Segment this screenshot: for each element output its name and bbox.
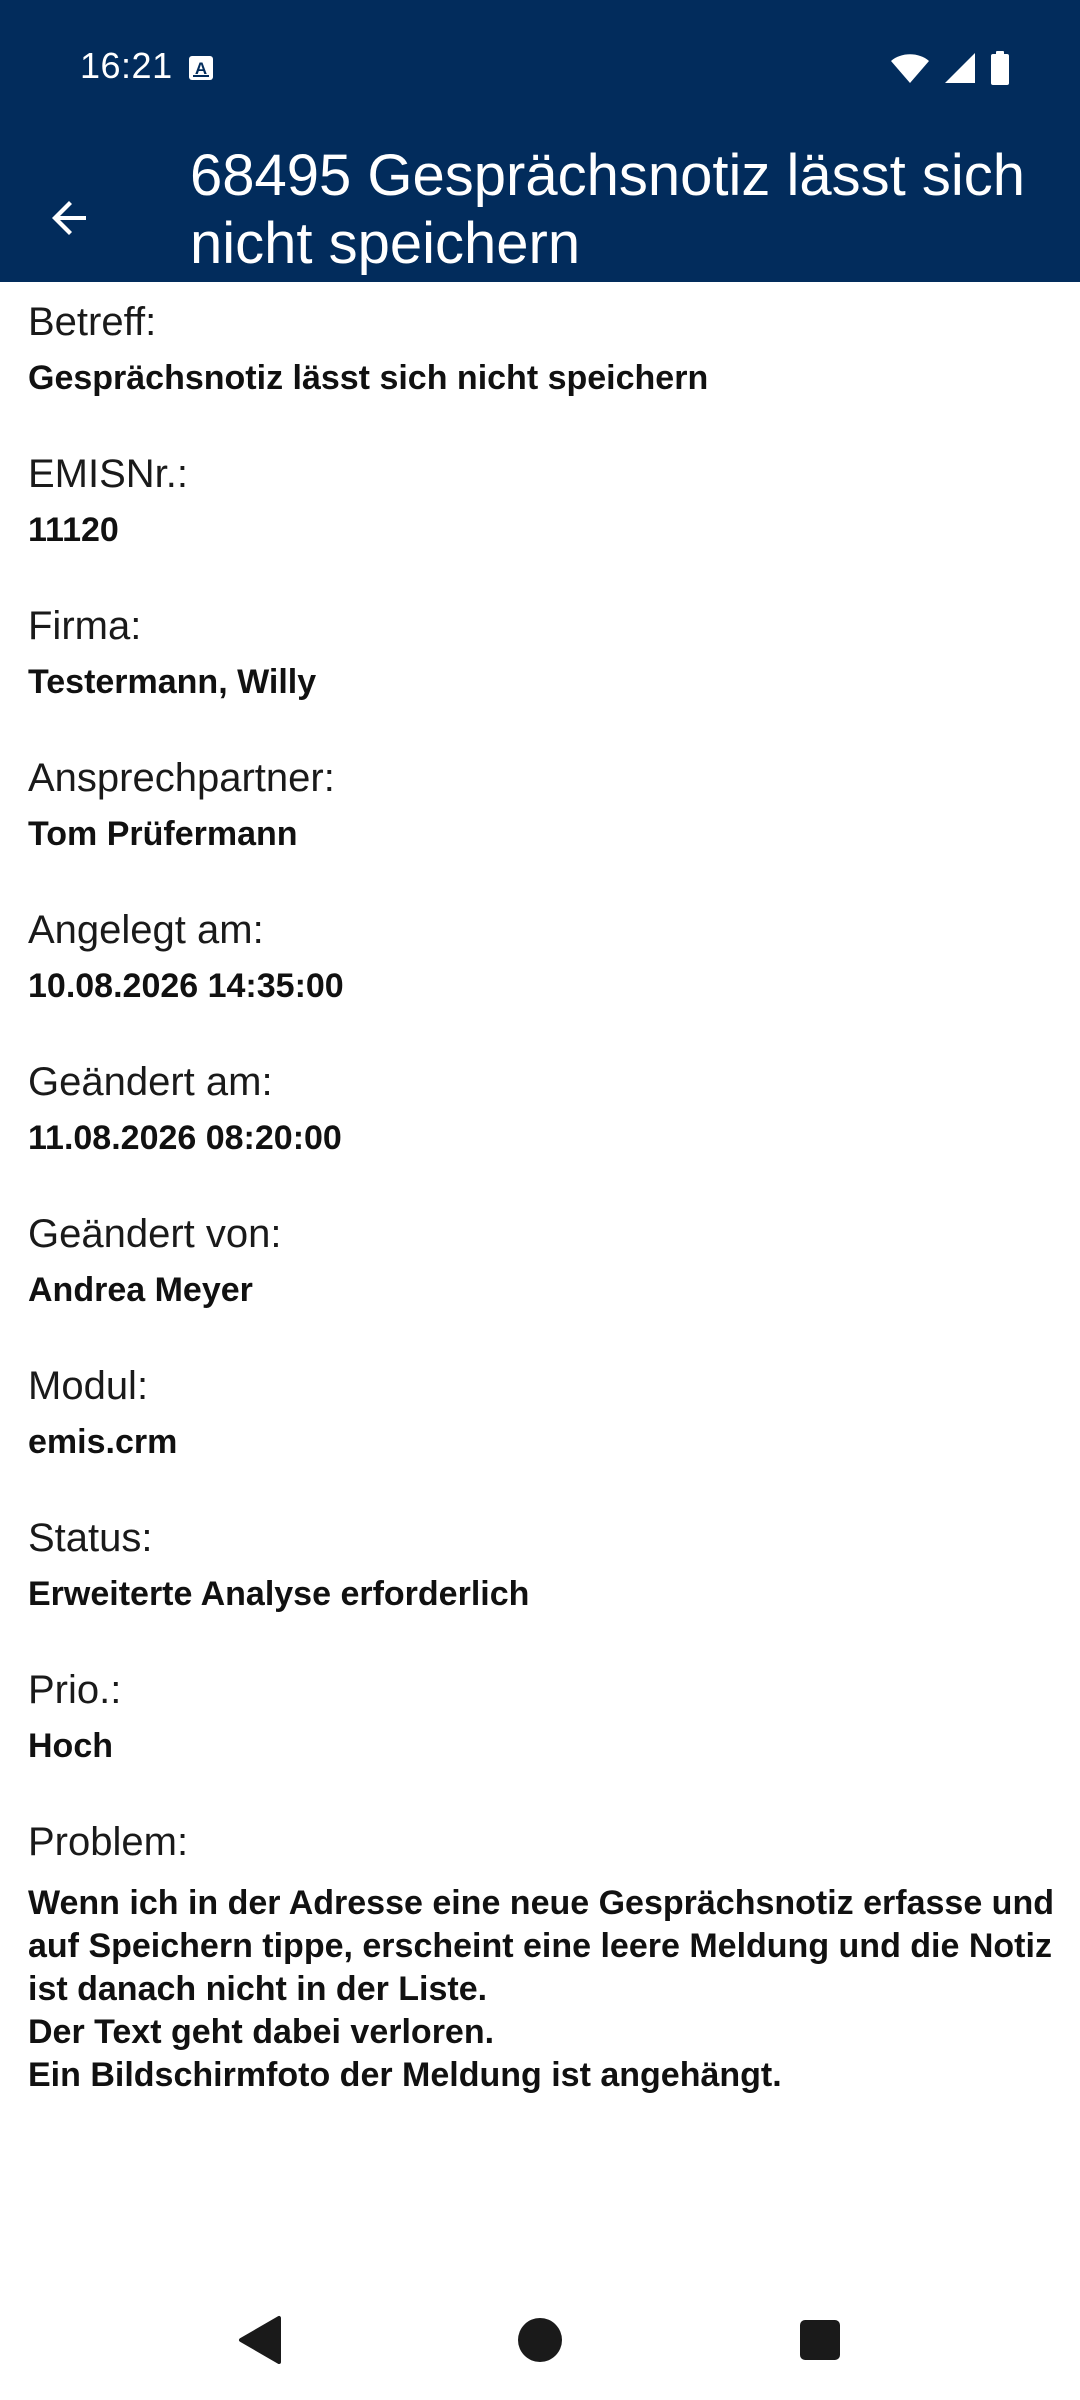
nav-back-button[interactable] [220, 2300, 300, 2380]
field-label: Prio.: [28, 1668, 122, 1712]
nav-home-icon [518, 2318, 562, 2362]
wifi-icon [891, 54, 929, 83]
priority-value: Hoch [28, 1727, 113, 1765]
field-emisnr: EMISNr.: 11120 [28, 434, 1058, 586]
field-label: Ansprechpartner: [28, 756, 335, 800]
field-modul: Modul: emis.crm [28, 1346, 1058, 1498]
field-label: Betreff: [28, 300, 157, 344]
field-label: Modul: [28, 1364, 149, 1408]
field-status: Status: Erweiterte Analyse erforderlich [28, 1498, 1058, 1650]
field-angelegt-am: Angelegt am: 10.08.2026 14:35:00 [28, 890, 1058, 1042]
system-nav-bar [0, 2270, 1080, 2400]
nav-recents-button[interactable] [780, 2300, 860, 2380]
field-label: Status: [28, 1516, 153, 1560]
field-value: Gesprächsnotiz lässt sich nicht speicher… [28, 359, 709, 397]
cell-signal-icon [945, 53, 975, 83]
problem-line: Ein Bildschirmfoto der Meldung ist angeh… [28, 2056, 782, 2094]
back-button[interactable] [30, 178, 110, 258]
field-value: Testermann, Willy [28, 663, 317, 701]
problem-line: ist danach nicht in der Liste. [28, 1970, 488, 2008]
problem-description: Wenn ich in der Adresse eine neue Gesprä… [28, 1872, 1058, 2097]
field-label: Geändert am: [28, 1060, 273, 1104]
problem-line: auf Speichern tippe, erscheint eine leer… [28, 1927, 1052, 1965]
nav-home-button[interactable] [500, 2300, 580, 2380]
field-value: 10.08.2026 14:35:00 [28, 967, 344, 1005]
problem-line: Wenn ich in der Adresse eine neue Gesprä… [28, 1884, 1054, 1922]
arrow-back-icon [52, 201, 86, 235]
field-geaendert-am: Geändert am: 11.08.2026 08:20:00 [28, 1042, 1058, 1194]
field-value: emis.crm [28, 1423, 178, 1461]
field-value: 11.08.2026 08:20:00 [28, 1119, 342, 1157]
field-value: Andrea Meyer [28, 1271, 253, 1309]
page-title: 68495 Gesprächsnotiz lässt sich nicht sp… [190, 143, 1025, 276]
field-ansprechpartner: Ansprechpartner: Tom Prüfermann [28, 738, 1058, 890]
field-label: Problem: [28, 1820, 189, 1864]
status-value: Erweiterte Analyse erforderlich [28, 1575, 530, 1613]
field-label: Geändert von: [28, 1212, 282, 1256]
problem-line: Der Text geht dabei verloren. [28, 2013, 495, 2051]
field-betreff: Betreff: Gesprächsnotiz lässt sich nicht… [28, 282, 1058, 434]
field-label: EMISNr.: [28, 452, 189, 496]
field-geaendert-von: Geändert von: Andrea Meyer [28, 1194, 1058, 1346]
nav-recents-icon [800, 2320, 840, 2360]
field-value: Tom Prüfermann [28, 815, 298, 853]
app-bar: 68495 Gesprächsnotiz lässt sich nicht sp… [0, 132, 1080, 282]
field-value: 11120 [28, 511, 119, 549]
status-bar: 16:21 A [0, 0, 1080, 132]
status-time: 16:21 [80, 45, 173, 86]
field-label: Angelegt am: [28, 908, 264, 952]
status-icons [890, 50, 1010, 86]
battery-icon [991, 51, 1009, 85]
field-problem: Problem: Wenn ich in der Adresse eine ne… [28, 1802, 1058, 2097]
field-prio: Prio.: Hoch [28, 1650, 1058, 1802]
text-notification-icon: A [189, 56, 213, 80]
ticket-details: Betreff: Gesprächsnotiz lässt sich nicht… [28, 282, 1058, 2097]
field-label: Firma: [28, 604, 142, 648]
field-firma: Firma: Testermann, Willy [28, 586, 1058, 738]
nav-back-icon [239, 2316, 281, 2364]
